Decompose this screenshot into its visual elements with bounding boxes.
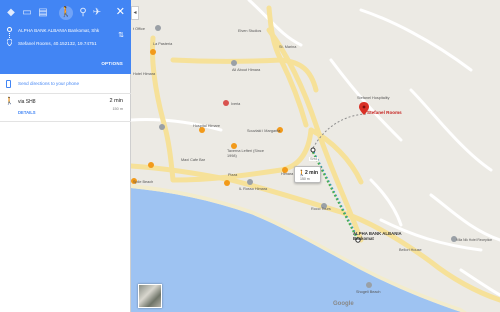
flight-icon[interactable]: ✈	[90, 6, 104, 20]
label-bellori: Bellori House	[399, 248, 422, 252]
poi-marker[interactable]	[159, 124, 165, 130]
label-taverna: Taverna Lefteri (Since 1998)	[227, 149, 264, 158]
send-to-phone-link[interactable]: Send directions to your phone	[18, 81, 79, 86]
poi-marker[interactable]	[231, 60, 237, 66]
poi-marker[interactable]	[247, 179, 253, 185]
label-shogeli-beach: Shogeli Beach	[356, 290, 381, 294]
label-la-pasteria: La Pasteria	[153, 42, 173, 46]
label-stefanel-rooms[interactable]: Stefanel Rooms	[367, 110, 402, 115]
imagery-thumbnail[interactable]	[138, 284, 162, 308]
poi-marker[interactable]	[150, 49, 156, 55]
road-shield: SH8	[309, 157, 319, 161]
travel-mode-bar: ◆ ▭ ▤ 🚶 ⚲ ✈	[4, 6, 127, 20]
map-graphics	[131, 0, 500, 312]
label-all-about-himara: All About Himara	[232, 68, 261, 72]
trip-via: via SH8	[18, 99, 36, 105]
poi-marker[interactable]	[148, 162, 154, 168]
label-pizza: Pizza	[228, 173, 238, 177]
swap-icon[interactable]: ⇅	[118, 31, 124, 39]
label-office: t Office	[133, 27, 145, 31]
route-time-bubble[interactable]: 🚶 2 min 150 m	[294, 166, 321, 183]
poi-marker[interactable]	[366, 282, 372, 288]
label-villa-nik: Villa Nik Hotel Reception	[456, 238, 493, 242]
directions-header: ◆ ▭ ▤ 🚶 ⚲ ✈ ✕ ALPHA BANK ALBANIA Bankoma…	[0, 0, 131, 74]
start-marker	[310, 147, 316, 153]
label-stefanel-hospitality: Stefanel Hospitality	[357, 96, 390, 100]
car-icon[interactable]: ▭	[20, 6, 34, 20]
destination-field[interactable]: Stefanel Rooms, 40.152132, 19.74751	[18, 41, 118, 46]
route-connector	[9, 33, 10, 38]
details-button[interactable]: DETAILS	[18, 110, 36, 115]
label-souvlaki: Souvlaki i Margarita	[247, 129, 281, 133]
options-button[interactable]: OPTIONS	[101, 61, 123, 66]
trip-distance: 150 m	[112, 107, 123, 111]
transit-icon[interactable]: ▤	[36, 6, 50, 20]
poi-marker[interactable]	[223, 100, 229, 106]
trip-time: 2 min	[109, 98, 123, 104]
label-maxi-cafe: Maxi Cafe Bar	[181, 158, 206, 162]
origin-dot-icon	[7, 27, 12, 32]
cycle-icon[interactable]: ⚲	[76, 6, 90, 20]
label-elven-studios: Elven Studios	[238, 29, 262, 33]
origin-field[interactable]: ALPHA BANK ALBANIA Bankomat, Shk	[18, 28, 118, 33]
label-st-marina: St. Marina	[279, 45, 297, 49]
map-canvas[interactable]: t Office Elven Studios St. Marina La Pas…	[131, 0, 500, 312]
send-to-phone-row[interactable]: Send directions to your phone	[0, 74, 131, 94]
label-hotel-himara: Hotel Himara	[133, 72, 156, 76]
walk-icon[interactable]: 🚶	[59, 6, 73, 20]
label-spile-beach: Spile Beach	[133, 180, 154, 184]
destination-pin-icon	[7, 39, 12, 46]
label-il-rosso: IL Rosso Himara	[239, 187, 268, 191]
label-rocci-tours: Rocci Tours	[311, 207, 331, 211]
label-hospital-himare: Hospital Himare	[193, 124, 221, 128]
close-icon[interactable]: ✕	[116, 5, 125, 19]
label-iveria: Iveria	[231, 102, 241, 106]
directions-panel: ◆ ▭ ▤ 🚶 ⚲ ✈ ✕ ALPHA BANK ALBANIA Bankoma…	[0, 0, 131, 312]
best-route-icon[interactable]: ◆	[4, 6, 18, 20]
bubble-distance: 150 m	[300, 177, 310, 181]
poi-marker[interactable]	[155, 25, 161, 31]
bubble-time: 2 min	[305, 170, 319, 176]
collapse-panel-button[interactable]: ◂	[131, 6, 139, 20]
poi-marker[interactable]	[224, 180, 230, 186]
google-logo: Google	[333, 301, 354, 307]
label-alpha-bank[interactable]: ALPHA BANK ALBANIA Bankomat	[353, 231, 403, 241]
walk-icon: 🚶	[5, 98, 14, 105]
trip-option[interactable]: 🚶 via SH8 2 min 150 m DETAILS	[0, 94, 131, 122]
phone-icon	[6, 80, 11, 88]
